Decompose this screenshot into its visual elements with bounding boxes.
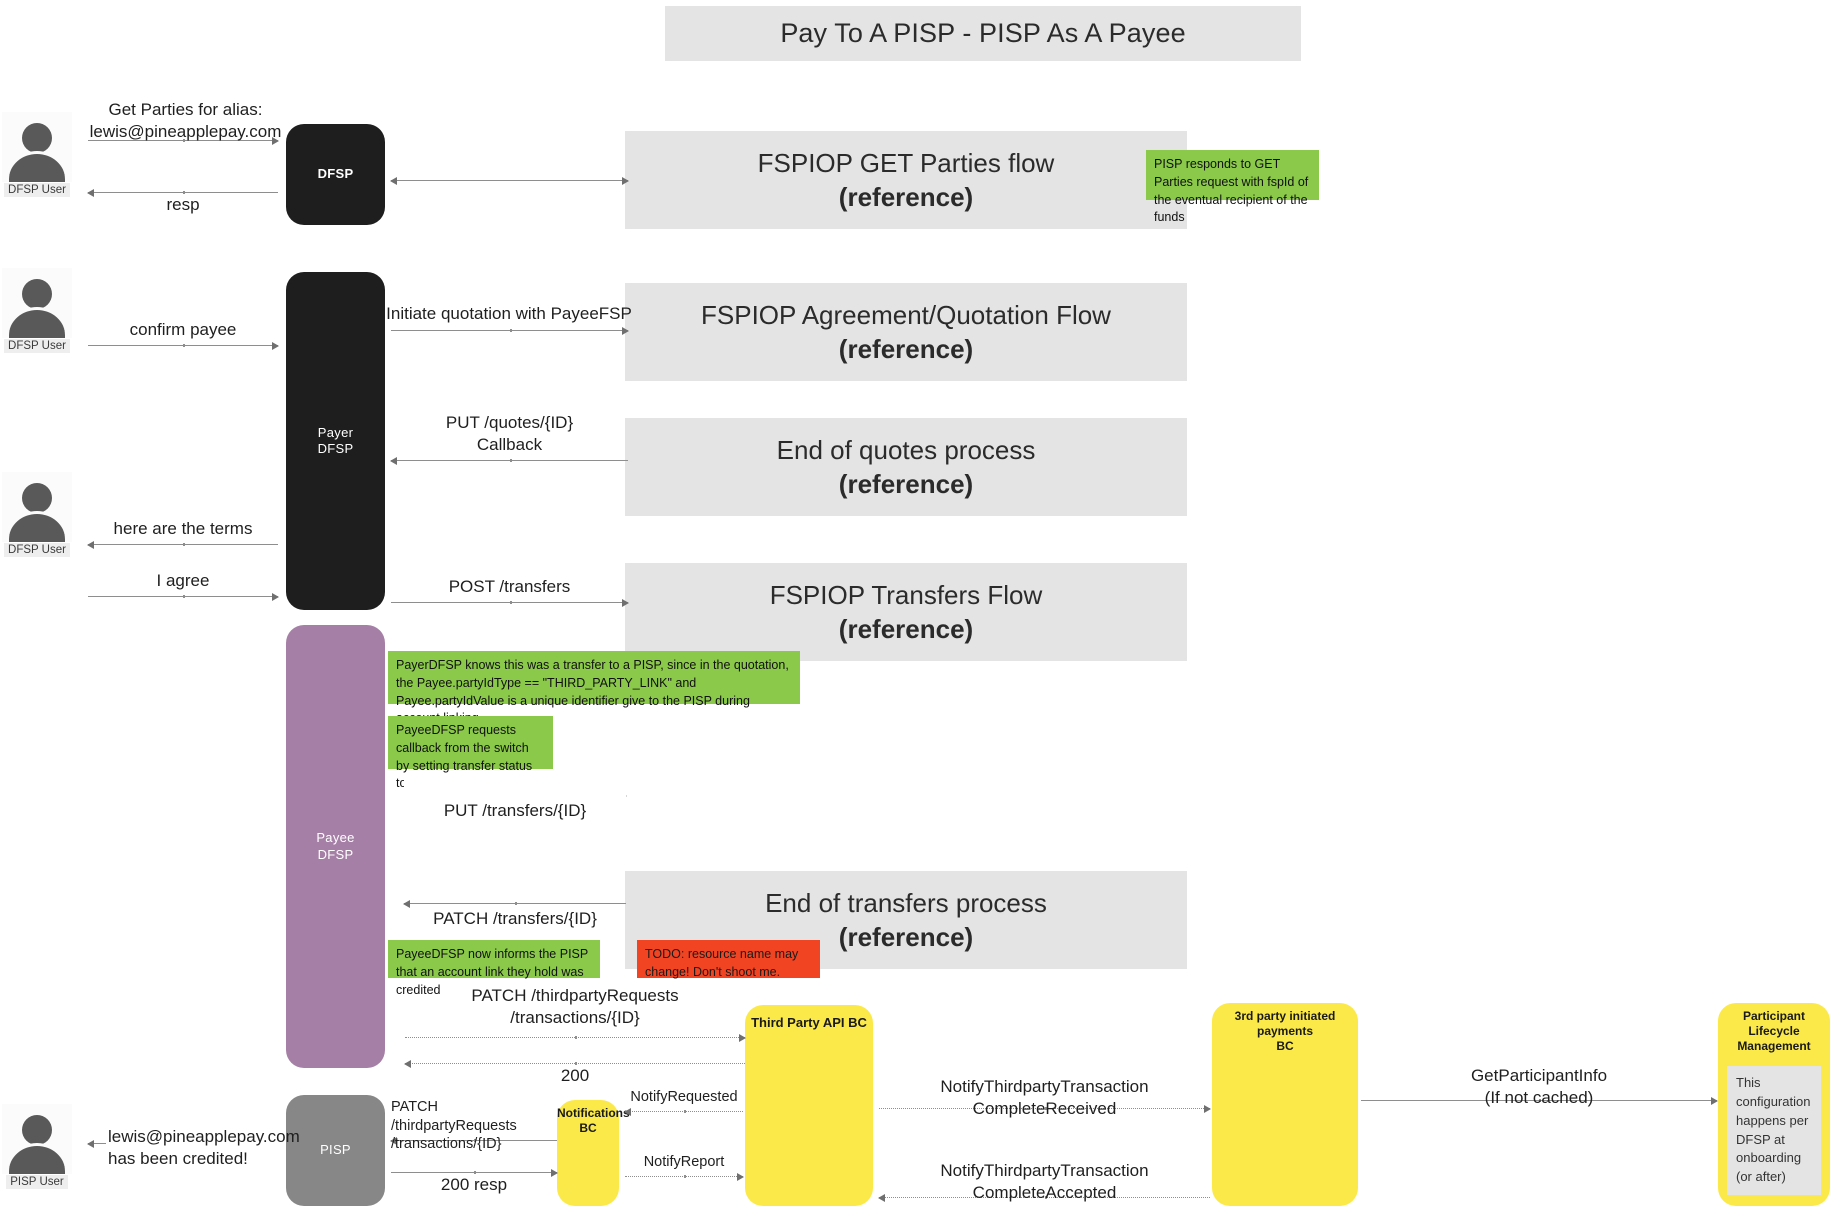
- reference-frame-quotation: FSPIOP Agreement/Quotation Flow (referen…: [625, 283, 1187, 381]
- message-200-label: 200: [560, 1066, 590, 1085]
- avatar-head-icon: [22, 123, 52, 153]
- reference-title: FSPIOP Transfers Flow: [769, 579, 1043, 610]
- bc-label: Notifications BC: [557, 1106, 630, 1135]
- lifeline-label: Payee DFSP: [316, 830, 355, 862]
- actor-pisp-user: PISP User: [2, 1104, 72, 1189]
- message-confirm-payee-label: confirm payee: [129, 320, 237, 339]
- avatar-head-icon: [22, 1115, 52, 1145]
- message-patch-thirdparty-to-pisp-label: PATCH /thirdpartyRequests /transactions/…: [391, 1099, 517, 1153]
- actor-label: PISP User: [6, 1175, 68, 1189]
- reference-title: End of quotes process: [776, 434, 1036, 465]
- bc-note-text: This configuration happens per DFSP at o…: [1727, 1066, 1821, 1196]
- lifeline-payee-dfsp: Payee DFSP: [286, 625, 385, 1068]
- page-title: Pay To A PISP - PISP As A Payee: [780, 18, 1186, 48]
- note-text: TODO: resource name may change! Don't sh…: [645, 947, 799, 979]
- reference-frame-get-parties: FSPIOP GET Parties flow (reference): [625, 131, 1187, 229]
- label-text: PUT /transfers/{ID}: [433, 800, 597, 820]
- bc-notifications: Notifications BC: [557, 1100, 630, 1206]
- message-resp-label: resp: [166, 195, 200, 214]
- reference-subtitle: (reference): [838, 182, 974, 212]
- avatar: [2, 1104, 72, 1174]
- reference-subtitle: (reference): [838, 922, 974, 952]
- reference-title: FSPIOP Agreement/Quotation Flow: [701, 299, 1111, 330]
- reference-frame-end-quotes: End of quotes process (reference): [625, 418, 1187, 516]
- avatar: [2, 268, 72, 338]
- note-payerdfsp-knows: PayerDFSP knows this was a transfer to a…: [388, 651, 800, 725]
- bc-third-party-payments: 3rd party initiated payments BC: [1212, 1003, 1358, 1206]
- message-get-parties-label: Get Parties for alias: lewis@pineapplepa…: [89, 100, 282, 141]
- message-notify-complete-received-label: NotifyThirdpartyTransaction CompleteRece…: [940, 1077, 1149, 1118]
- reference-title: End of transfers process: [765, 887, 1047, 918]
- lifeline-dfsp: DFSP: [286, 124, 385, 225]
- reference-title: FSPIOP GET Parties flow: [757, 147, 1055, 178]
- message-patch-transfers-id-label: PATCH /transfers/{ID}: [404, 886, 626, 930]
- avatar-body-icon: [9, 1143, 65, 1174]
- message-here-are-terms-label: here are the terms: [113, 519, 253, 538]
- message-put-transfers-id-label: PUT /transfers/{ID}: [404, 778, 626, 822]
- message-notify-requested-label: NotifyRequested: [630, 1089, 738, 1105]
- reference-frame-transfers: FSPIOP Transfers Flow (reference): [625, 563, 1187, 661]
- actor-dfsp-user-1: DFSP User: [2, 112, 72, 197]
- avatar-head-icon: [22, 279, 52, 309]
- avatar-body-icon: [9, 307, 65, 338]
- actor-label: DFSP User: [4, 543, 70, 557]
- lifeline-label: DFSP: [317, 166, 354, 182]
- reference-subtitle: (reference): [838, 469, 974, 499]
- page-title-banner: Pay To A PISP - PISP As A Payee: [665, 6, 1301, 61]
- avatar: [2, 112, 72, 182]
- message-notify-report-label: NotifyReport: [643, 1154, 725, 1170]
- lifeline-label: Payer DFSP: [317, 424, 354, 456]
- message-credited-label: lewis@pineapplepay.com has been credited…: [108, 1127, 300, 1168]
- lifeline-payer-dfsp: Payer DFSP: [286, 272, 385, 610]
- bc-participant-lifecycle-management: Participant Lifecycle Management This co…: [1718, 1003, 1830, 1206]
- bc-label: Third Party API BC: [751, 1015, 867, 1030]
- note-payeedfsp-informs: PayeeDFSP now informs the PISP that an a…: [388, 940, 600, 997]
- bc-label: Participant Lifecycle Management: [1737, 1009, 1811, 1053]
- label-text: PATCH /transfers/{ID}: [425, 908, 605, 928]
- reference-subtitle: (reference): [838, 614, 974, 644]
- message-get-participant-info-label: GetParticipantInfo (If not cached): [1470, 1066, 1608, 1107]
- avatar-body-icon: [9, 151, 65, 182]
- message-initiate-quotation-label: Initiate quotation with PayeeFSP: [386, 304, 632, 323]
- bc-third-party-api: Third Party API BC: [745, 1005, 873, 1206]
- note-todo: TODO: resource name may change! Don't sh…: [637, 940, 820, 979]
- actor-label: DFSP User: [4, 183, 70, 197]
- message-200-resp-label: 200 resp: [440, 1175, 508, 1194]
- message-i-agree-label: I agree: [156, 571, 210, 590]
- avatar-head-icon: [22, 483, 52, 513]
- avatar-body-icon: [9, 511, 65, 542]
- bc-label: 3rd party initiated payments BC: [1234, 1009, 1336, 1053]
- actor-label: DFSP User: [4, 339, 70, 353]
- avatar: [2, 472, 72, 542]
- message-post-transfers-label: POST /transfers: [448, 577, 571, 596]
- note-payeedfsp-callback: PayeeDFSP requests callback from the swi…: [388, 716, 553, 790]
- message-put-quotes-callback-label: PUT /quotes/{ID} Callback: [445, 413, 574, 454]
- message-notify-complete-accepted-label: NotifyThirdpartyTransaction CompleteAcce…: [940, 1161, 1149, 1202]
- actor-dfsp-user-3: DFSP User: [2, 472, 72, 557]
- note-text: PISP responds to GET Parties request wit…: [1154, 157, 1309, 225]
- message-patch-thirdparty-to-tpapi-label: PATCH /thirdpartyRequests /transactions/…: [471, 986, 679, 1027]
- actor-dfsp-user-2: DFSP User: [2, 268, 72, 353]
- note-pisp-responds: PISP responds to GET Parties request wit…: [1146, 150, 1319, 224]
- reference-subtitle: (reference): [838, 334, 974, 364]
